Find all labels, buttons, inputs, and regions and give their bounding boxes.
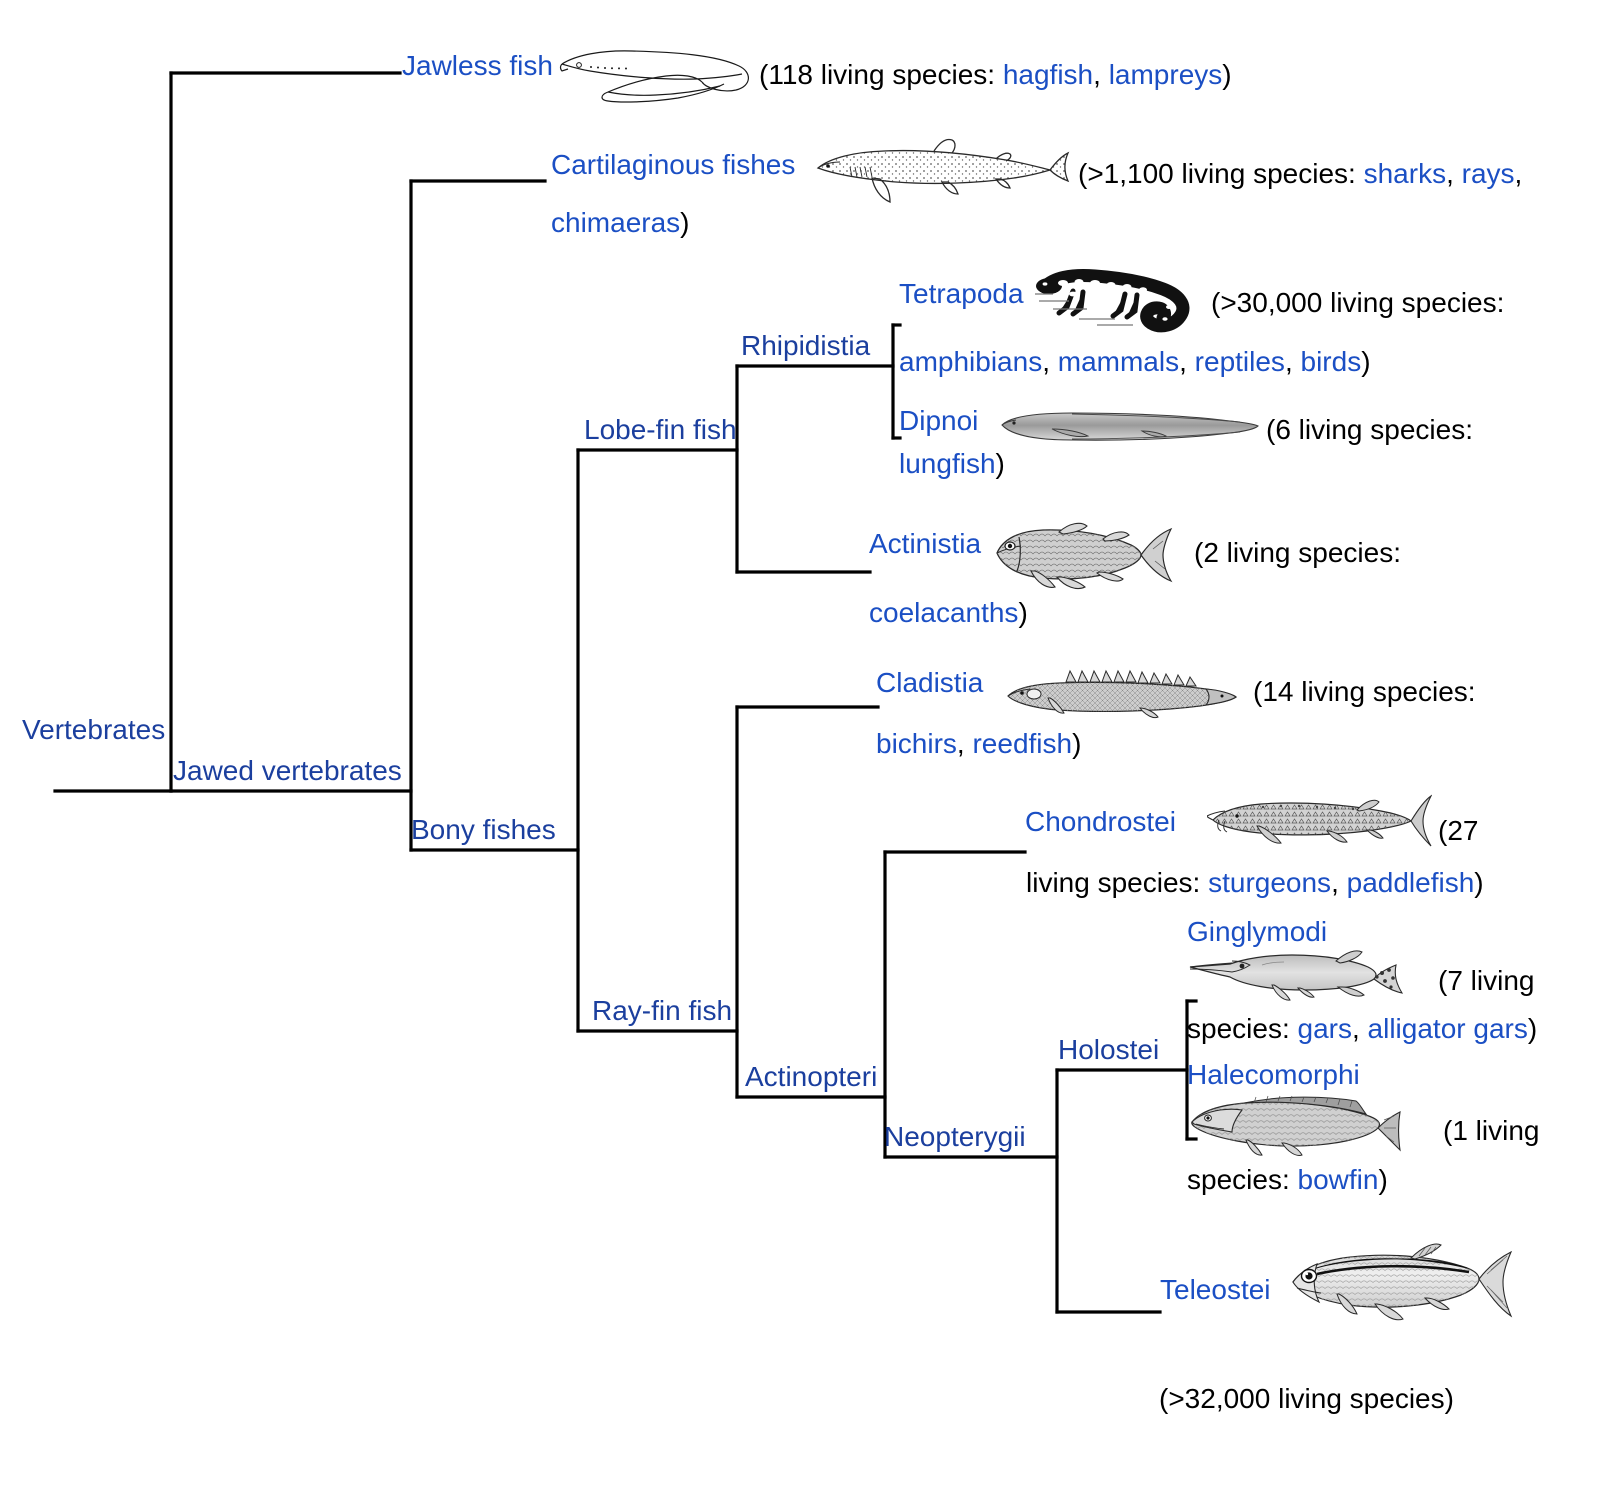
annotation-cartilaginous-suffix: ) (680, 207, 690, 238)
annotation-cladistia-line2: bichirs, reedfish) (876, 720, 1081, 768)
annotation-jawless-suffix: ) (1222, 59, 1232, 90)
annotation-teleostei: (>32,000 living species) (1159, 1375, 1454, 1423)
tip-label-dipnoi[interactable]: Dipnoi (899, 406, 978, 436)
hagfish-illustration (556, 44, 756, 106)
annotation-chondrostei-mid: living species: (1026, 867, 1209, 898)
annotation-sep: , (1514, 158, 1523, 189)
node-label-lobe-fin-fish[interactable]: Lobe-fin fish (584, 415, 737, 445)
annotation-sep: , (1179, 346, 1195, 377)
link-lampreys[interactable]: lampreys (1109, 59, 1223, 90)
node-label-neopterygii[interactable]: Neopterygii (884, 1122, 1026, 1152)
link-lungfish[interactable]: lungfish (899, 448, 996, 479)
link-gars[interactable]: gars (1298, 1013, 1352, 1044)
annotation-cartilaginous-prefix: (>1,100 living species: (1078, 158, 1364, 189)
annotation-dipnoi-line1: (6 living species: (1266, 406, 1473, 454)
annotation-halecomorphi-mid: species: (1187, 1164, 1298, 1195)
annotation-tetrapoda-prefix: (>30,000 living species: (1211, 287, 1505, 318)
annotation-sep: , (1351, 1013, 1368, 1044)
node-label-ray-fin-fish[interactable]: Ray-fin fish (592, 996, 732, 1026)
link-chimaeras[interactable]: chimaeras (551, 207, 680, 238)
annotation-cartilaginous-line2: chimaeras) (551, 199, 690, 247)
link-bowfin[interactable]: bowfin (1298, 1164, 1379, 1195)
annotation-sep: , (1093, 59, 1109, 90)
node-label-holostei[interactable]: Holostei (1058, 1035, 1159, 1065)
annotation-cladistia-suffix: ) (1072, 728, 1082, 759)
node-label-actinopteri[interactable]: Actinopteri (745, 1062, 877, 1092)
node-label-jawed-vertebrates[interactable]: Jawed vertebrates (173, 756, 402, 786)
link-rays[interactable]: rays (1462, 158, 1515, 189)
bichir-illustration (1000, 668, 1240, 724)
link-coelacanths[interactable]: coelacanths (869, 597, 1018, 628)
link-sturgeons[interactable]: sturgeons (1208, 867, 1331, 898)
salamander-illustration (1029, 261, 1209, 339)
annotation-tetrapoda-line2: amphibians, mammals, reptiles, birds) (899, 338, 1371, 386)
link-reptiles[interactable]: reptiles (1195, 346, 1285, 377)
link-mammals[interactable]: mammals (1058, 346, 1179, 377)
annotation-halecomorphi-line1: (1 living (1443, 1107, 1539, 1155)
annotation-sep: , (1331, 867, 1347, 898)
annotation-ginglymodi-line2: species: gars, alligator gars) (1187, 1005, 1537, 1053)
annotation-actinistia-line2: coelacanths) (869, 589, 1028, 637)
annotation-chondrostei-line1: (27 (1438, 807, 1478, 855)
link-alligator-gars[interactable]: alligator gars (1368, 1013, 1528, 1044)
annotation-teleostei-text: (>32,000 living species) (1159, 1383, 1454, 1414)
shark-illustration (810, 134, 1070, 206)
annotation-cladistia-prefix: (14 living species: (1253, 676, 1476, 707)
annotation-chondrostei-line2: living species: sturgeons, paddlefish) (1026, 859, 1484, 907)
annotation-chondrostei-suffix: ) (1474, 867, 1484, 898)
node-label-rhipidistia[interactable]: Rhipidistia (741, 331, 870, 361)
tip-label-jawless-fish[interactable]: Jawless fish (402, 51, 553, 81)
annotation-ginglymodi-line1: (7 living (1438, 957, 1534, 1005)
annotation-dipnoi-line2: lungfish) (899, 440, 1005, 488)
tip-label-chondrostei[interactable]: Chondrostei (1025, 807, 1176, 837)
annotation-jawless-prefix: (118 living species: (759, 59, 1003, 90)
annotation-actinistia-suffix: ) (1018, 597, 1028, 628)
link-reedfish[interactable]: reedfish (972, 728, 1072, 759)
tip-label-halecomorphi[interactable]: Halecomorphi (1187, 1060, 1360, 1090)
annotation-cartilaginous-line1: (>1,100 living species: sharks, rays, (1078, 150, 1522, 198)
bowfin-illustration (1186, 1088, 1402, 1160)
annotation-actinistia-line1: (2 living species: (1194, 529, 1401, 577)
tip-label-cladistia[interactable]: Cladistia (876, 668, 983, 698)
annotation-dipnoi-suffix: ) (995, 448, 1005, 479)
link-amphibians[interactable]: amphibians (899, 346, 1042, 377)
annotation-actinistia-prefix: (2 living species: (1194, 537, 1401, 568)
tip-label-actinistia[interactable]: Actinistia (869, 529, 981, 559)
link-paddlefish[interactable]: paddlefish (1347, 867, 1475, 898)
annotation-ginglymodi-mid: species: (1187, 1013, 1298, 1044)
annotation-ginglymodi-suffix: ) (1527, 1013, 1538, 1044)
annotation-cladistia-line1: (14 living species: (1253, 668, 1476, 716)
lungfish-illustration (992, 405, 1262, 447)
cladogram-diagram: Vertebrates Jawed vertebrates Bony fishe… (0, 0, 1602, 1498)
node-label-bony-fishes[interactable]: Bony fishes (411, 815, 556, 845)
annotation-sep: , (956, 728, 973, 759)
tip-label-cartilaginous-fishes[interactable]: Cartilaginous fishes (551, 150, 795, 180)
teleost-illustration (1283, 1236, 1513, 1328)
link-birds[interactable]: birds (1301, 346, 1362, 377)
annotation-dipnoi-prefix: (6 living species: (1266, 414, 1473, 445)
annotation-ginglymodi-prefix: (7 living (1438, 965, 1535, 996)
annotation-halecomorphi-prefix: (1 living (1443, 1115, 1540, 1146)
annotation-jawless-fish: (118 living species: hagfish, lampreys) (759, 51, 1232, 99)
annotation-chondrostei-prefix: (27 (1438, 815, 1479, 846)
tip-label-teleostei[interactable]: Teleostei (1160, 1275, 1271, 1305)
sturgeon-illustration (1207, 790, 1432, 850)
link-sharks[interactable]: sharks (1364, 158, 1446, 189)
annotation-sep: , (1042, 346, 1058, 377)
annotation-halecomorphi-line2: species: bowfin) (1187, 1156, 1388, 1204)
tip-label-tetrapoda[interactable]: Tetrapoda (899, 279, 1024, 309)
gar-illustration (1186, 943, 1404, 1005)
link-bichirs[interactable]: bichirs (876, 728, 957, 759)
annotation-tetrapoda-line1: (>30,000 living species: (1211, 279, 1504, 327)
annotation-halecomorphi-suffix: ) (1378, 1164, 1388, 1195)
annotation-sep: , (1446, 158, 1462, 189)
annotation-sep: , (1284, 346, 1301, 377)
coelacanth-illustration (985, 519, 1175, 593)
node-label-vertebrates[interactable]: Vertebrates (22, 715, 165, 745)
link-hagfish[interactable]: hagfish (1003, 59, 1093, 90)
annotation-tetrapoda-suffix: ) (1361, 346, 1371, 377)
